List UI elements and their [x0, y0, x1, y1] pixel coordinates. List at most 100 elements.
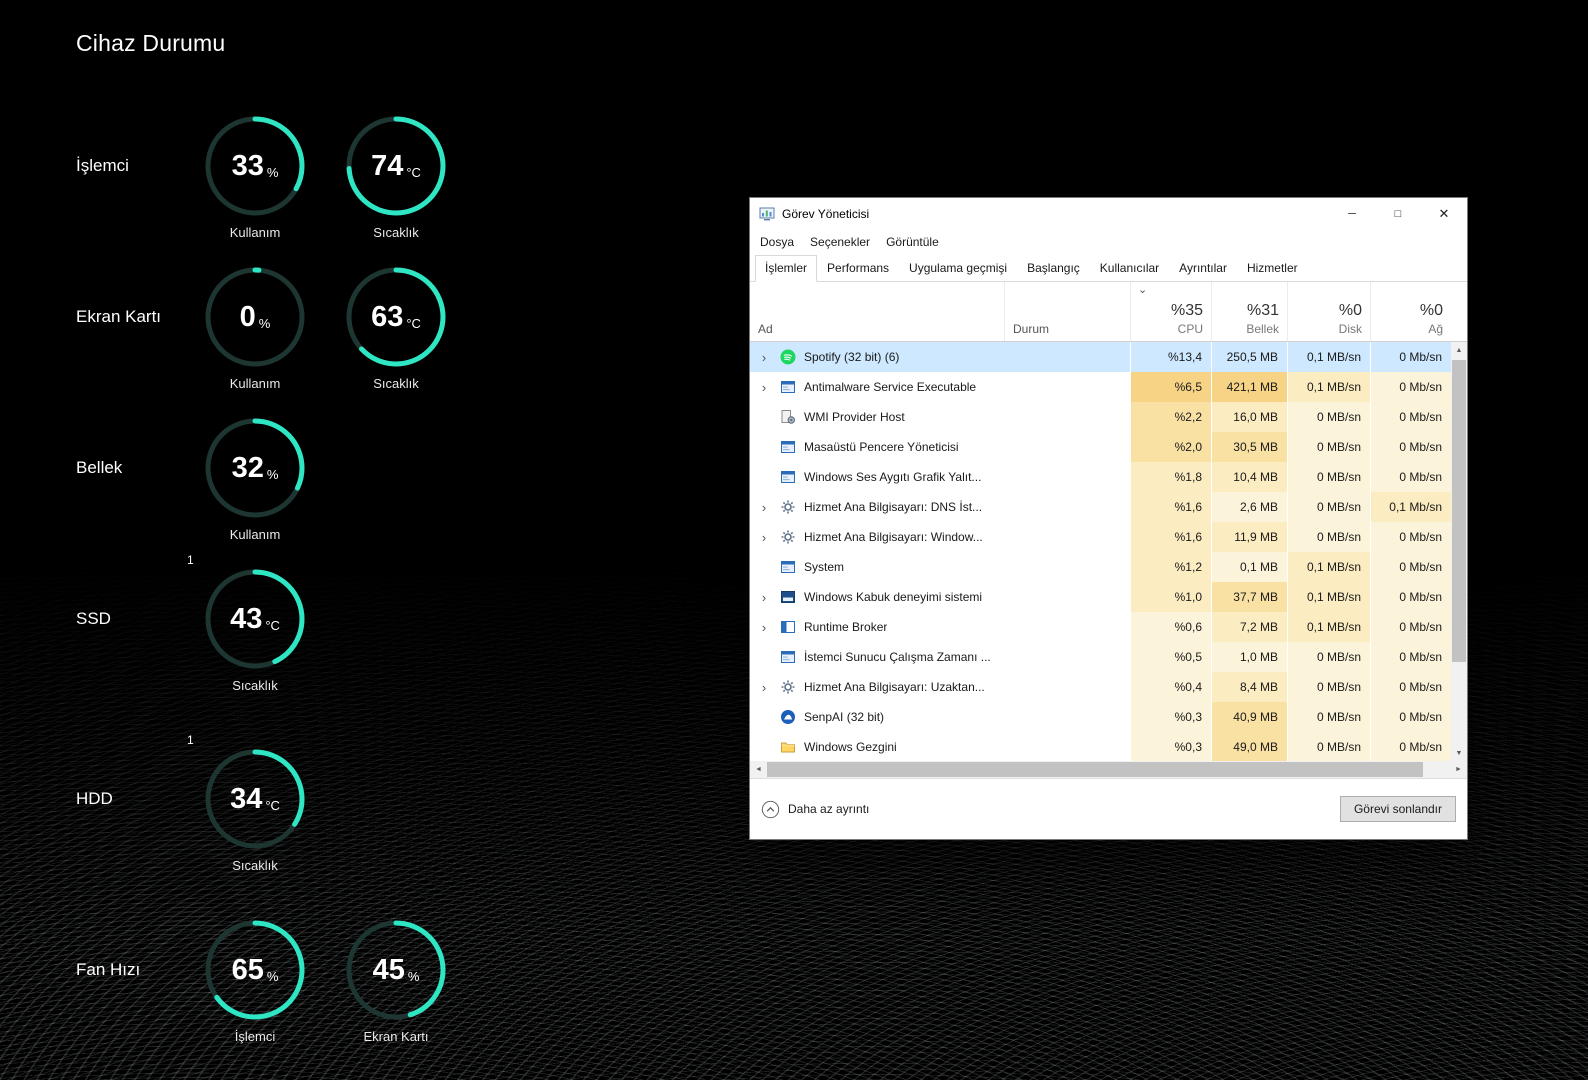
expand-chevron-icon[interactable]: ›: [756, 530, 772, 545]
process-memory-cell: 10,4 MB: [1211, 462, 1287, 492]
horizontal-scrollbar[interactable]: ◄ ►: [750, 761, 1467, 778]
process-network-cell: 0 Mb/sn: [1370, 432, 1451, 462]
menubar: Dosya Seçenekler Görüntüle: [750, 230, 1467, 254]
process-row[interactable]: › Spotify (32 bit) (6) %13,4 250,5 MB 0,…: [750, 342, 1467, 372]
scrollbar-thumb[interactable]: [1452, 360, 1466, 662]
column-header-disk[interactable]: %0 Disk: [1287, 282, 1370, 341]
end-task-button[interactable]: Görevi sonlandır: [1339, 796, 1456, 822]
process-row[interactable]: WMI Provider Host %2,2 16,0 MB 0 MB/sn 0…: [750, 402, 1467, 432]
column-header-network[interactable]: %0 Ağ: [1370, 282, 1451, 341]
gauge-value: 63: [371, 300, 404, 333]
device-row-label: İşlemci: [76, 156, 129, 175]
process-status-cell: [1004, 462, 1130, 492]
expand-chevron-icon[interactable]: ›: [756, 380, 772, 395]
window-icon: [780, 379, 796, 395]
table-header: Ad Durum ⌄ %35 CPU %31 Bellek %0 Disk %0…: [750, 282, 1467, 342]
menu-item-1[interactable]: Seçenekler: [802, 235, 878, 249]
less-detail-toggle[interactable]: Daha az ayrıntı: [761, 800, 869, 819]
expand-chevron-icon[interactable]: ›: [756, 680, 772, 695]
gauge-caption: Ekran Kartı: [363, 1029, 429, 1044]
process-disk-cell: 0,1 MB/sn: [1287, 552, 1370, 582]
column-header-status[interactable]: Durum: [1004, 282, 1130, 341]
gauge: 63 °C Sıcaklık: [344, 265, 448, 391]
device-row: HDD 34 °C Sıcaklık 1: [76, 733, 448, 873]
process-disk-cell: 0 MB/sn: [1287, 732, 1370, 761]
tab-1[interactable]: Performans: [817, 255, 899, 282]
process-row[interactable]: › Hizmet Ana Bilgisayarı: Uzaktan... %0,…: [750, 672, 1467, 702]
process-row[interactable]: › Windows Kabuk deneyimi sistemi %1,0 37…: [750, 582, 1467, 612]
gauge-unit: %: [266, 165, 279, 180]
scroll-right-button[interactable]: ►: [1450, 761, 1467, 778]
gauge: 43 °C Sıcaklık 1: [187, 553, 307, 693]
tab-4[interactable]: Kullanıcılar: [1090, 255, 1169, 282]
process-name: Windows Ses Aygıtı Grafik Yalıt...: [804, 470, 982, 484]
expand-chevron-icon[interactable]: ›: [756, 500, 772, 515]
gauge-value: 32: [231, 451, 264, 484]
minimize-button[interactable]: ─: [1329, 198, 1375, 230]
process-row[interactable]: Masaüstü Pencere Yöneticisi %2,0 30,5 MB…: [750, 432, 1467, 462]
wmi-icon: [780, 409, 796, 425]
process-row[interactable]: SenpAI (32 bit) %0,3 40,9 MB 0 MB/sn 0 M…: [750, 702, 1467, 732]
column-header-memory[interactable]: %31 Bellek: [1211, 282, 1287, 341]
process-row[interactable]: › Hizmet Ana Bilgisayarı: Window... %1,6…: [750, 522, 1467, 552]
process-disk-cell: 0,1 MB/sn: [1287, 582, 1370, 612]
process-network-cell: 0 Mb/sn: [1370, 402, 1451, 432]
process-row[interactable]: Windows Ses Aygıtı Grafik Yalıt... %1,8 …: [750, 462, 1467, 492]
process-status-cell: [1004, 732, 1130, 761]
close-button[interactable]: ✕: [1421, 198, 1467, 230]
device-row-label: Fan Hızı: [76, 960, 141, 979]
process-status-cell: [1004, 612, 1130, 642]
folder-icon: [780, 739, 796, 755]
maximize-button[interactable]: □: [1375, 198, 1421, 230]
process-row[interactable]: Windows Gezgini %0,3 49,0 MB 0 MB/sn 0 M…: [750, 732, 1467, 761]
runtime-icon: [780, 619, 796, 635]
gauge-reading: 45 %: [344, 918, 448, 1022]
scrollbar-track[interactable]: [767, 761, 1450, 778]
gauge-unit: °C: [406, 165, 421, 180]
expand-chevron-icon[interactable]: ›: [756, 620, 772, 635]
process-row[interactable]: › Hizmet Ana Bilgisayarı: DNS İst... %1,…: [750, 492, 1467, 522]
scroll-down-button[interactable]: ▼: [1451, 745, 1467, 761]
tab-6[interactable]: Hizmetler: [1237, 255, 1308, 282]
expand-chevron-icon[interactable]: ›: [756, 590, 772, 605]
process-cpu-cell: %1,0: [1130, 582, 1211, 612]
menu-item-2[interactable]: Görüntüle: [878, 235, 947, 249]
gauge-reading: 65 %: [203, 918, 307, 1022]
process-row[interactable]: System %1,2 0,1 MB 0,1 MB/sn 0 Mb/sn: [750, 552, 1467, 582]
process-cpu-cell: %0,5: [1130, 642, 1211, 672]
expand-chevron-icon[interactable]: ›: [756, 350, 772, 365]
gauge-unit: °C: [265, 618, 280, 633]
process-cpu-cell: %0,4: [1130, 672, 1211, 702]
gauge-caption: Sıcaklık: [232, 678, 278, 693]
process-disk-cell: 0,1 MB/sn: [1287, 612, 1370, 642]
gauge-unit: %: [266, 969, 279, 984]
device-status-panel: Cihaz Durumu İşlemci 33 % Kullanım 74 °C…: [76, 30, 448, 1044]
tab-bar: İşlemler Performans Uygulama geçmişi Başlan…: [750, 254, 1467, 282]
scroll-left-button[interactable]: ◄: [750, 761, 767, 778]
column-header-cpu[interactable]: ⌄ %35 CPU: [1130, 282, 1211, 341]
process-row[interactable]: › Antimalware Service Executable %6,5 42…: [750, 372, 1467, 402]
process-row[interactable]: › Runtime Broker %0,6 7,2 MB 0,1 MB/sn 0…: [750, 612, 1467, 642]
process-network-cell: 0 Mb/sn: [1370, 702, 1451, 732]
device-row: Bellek 32 % Kullanım: [76, 416, 448, 542]
device-row: Fan Hızı 65 % İşlemci 45 % Ekran Kartı: [76, 918, 448, 1044]
scroll-up-button[interactable]: ▲: [1451, 342, 1467, 358]
vertical-scrollbar[interactable]: ▲ ▼: [1451, 342, 1467, 761]
gauge-unit: %: [266, 467, 279, 482]
scrollbar-track[interactable]: [1451, 358, 1467, 745]
tab-5[interactable]: Ayrıntılar: [1169, 255, 1237, 282]
tab-2[interactable]: Uygulama geçmişi: [899, 255, 1017, 282]
tab-3[interactable]: Başlangıç: [1017, 255, 1090, 282]
window-title: Görev Yöneticisi: [782, 207, 870, 221]
column-header-name[interactable]: Ad: [750, 282, 1004, 341]
process-cpu-cell: %6,5: [1130, 372, 1211, 402]
process-cpu-cell: %0,3: [1130, 732, 1211, 761]
process-row[interactable]: İstemci Sunucu Çalışma Zamanı ... %0,5 1…: [750, 642, 1467, 672]
menu-item-0[interactable]: Dosya: [752, 235, 802, 249]
gauge-value: 65: [231, 953, 264, 986]
gauge-reading: 32 %: [203, 416, 307, 520]
process-disk-cell: 0 MB/sn: [1287, 672, 1370, 702]
tab-0[interactable]: İşlemler: [755, 255, 818, 282]
scrollbar-thumb[interactable]: [767, 762, 1423, 777]
process-name: Hizmet Ana Bilgisayarı: Uzaktan...: [804, 680, 985, 694]
